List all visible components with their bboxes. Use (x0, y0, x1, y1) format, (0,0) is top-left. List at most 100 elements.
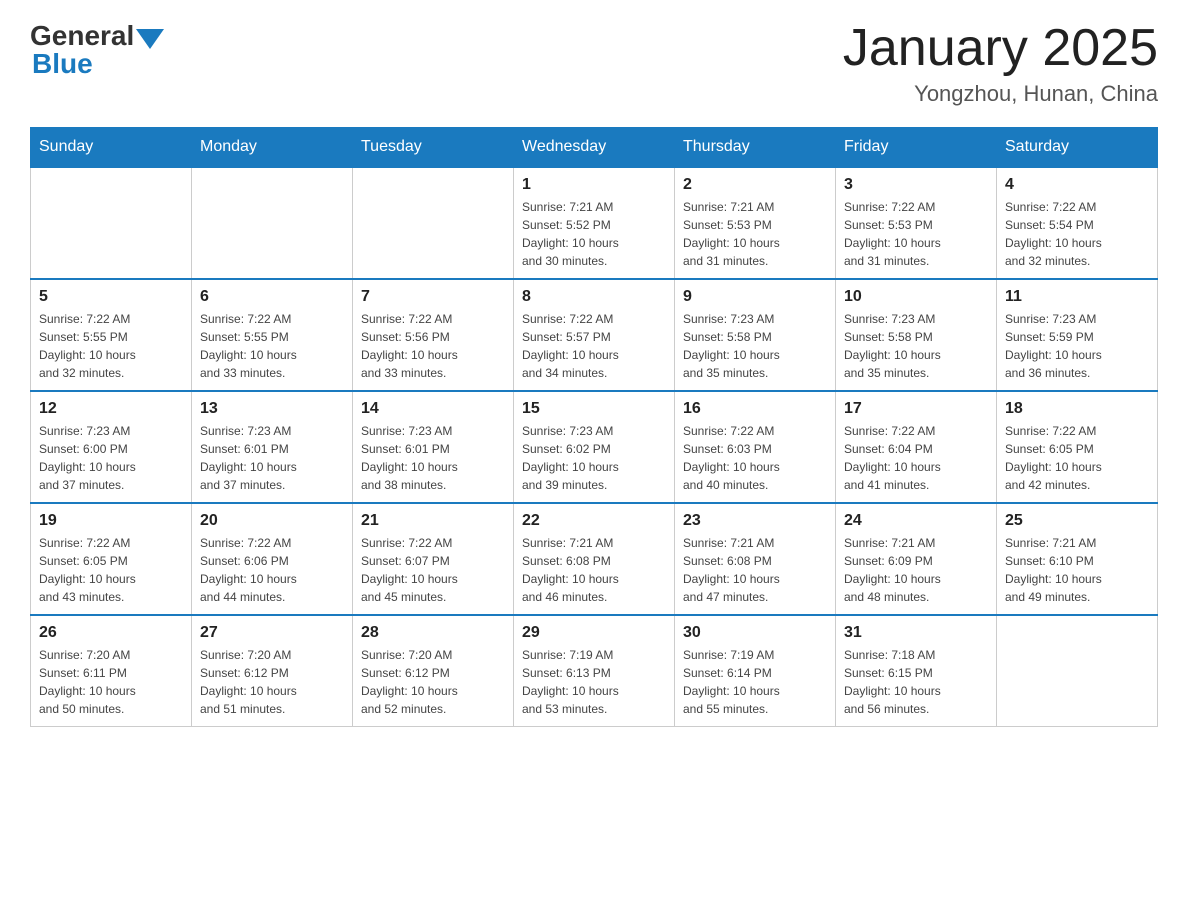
day-cell: 10 Sunrise: 7:23 AM Sunset: 5:58 PM Dayli… (836, 279, 997, 391)
day-number: 19 (39, 512, 183, 530)
day-cell: 8Sunrise: 7:22 AM Sunset: 5:57 PM Daylig… (514, 279, 675, 391)
day-number: 9 (683, 288, 827, 306)
day-number: 23 (683, 512, 827, 530)
day-cell: 22 Sunrise: 7:21 AM Sunset: 6:08 PM Dayli… (514, 503, 675, 615)
column-header-thursday: Thursday (675, 128, 836, 168)
day-number: 4 (1005, 176, 1149, 194)
day-info-text: Sunrise: 7:21 AM Sunset: 5:53 PM Dayligh… (683, 198, 827, 270)
day-cell: 13Sunrise: 7:23 AM Sunset: 6:01 PM Dayli… (192, 391, 353, 503)
day-cell: 7 Sunrise: 7:22 AM Sunset: 5:56 PM Daylig… (353, 279, 514, 391)
location-subtitle: Yongzhou, Hunan, China (843, 81, 1158, 107)
day-number: 24 (844, 512, 988, 530)
day-number: 18 (1005, 400, 1149, 418)
day-cell: 12Sunrise: 7:23 AM Sunset: 6:00 PM Dayli… (31, 391, 192, 503)
day-number: 17 (844, 400, 988, 418)
day-number: 26 (39, 624, 183, 642)
day-number: 2 (683, 176, 827, 194)
day-info-text: Sunrise: 7:22 AM Sunset: 6:05 PM Dayligh… (39, 534, 183, 606)
day-info-text: Sunrise: 7:22 AM Sunset: 6:03 PM Dayligh… (683, 422, 827, 494)
day-number: 28 (361, 624, 505, 642)
day-cell: 9 Sunrise: 7:23 AM Sunset: 5:58 PM Daylig… (675, 279, 836, 391)
logo-triangle-icon (136, 29, 164, 49)
day-number: 20 (200, 512, 344, 530)
day-number: 1 (522, 176, 666, 194)
day-number: 10 (844, 288, 988, 306)
day-info-text: Sunrise: 7:23 AM Sunset: 5:58 PM Dayligh… (683, 310, 827, 382)
day-cell: 19 Sunrise: 7:22 AM Sunset: 6:05 PM Dayli… (31, 503, 192, 615)
day-number: 29 (522, 624, 666, 642)
day-number: 21 (361, 512, 505, 530)
logo: General Blue (30, 20, 164, 80)
day-number: 3 (844, 176, 988, 194)
calendar-header-row: SundayMondayTuesdayWednesdayThursdayFrid… (31, 128, 1158, 168)
day-number: 16 (683, 400, 827, 418)
day-cell: 25Sunrise: 7:21 AM Sunset: 6:10 PM Dayli… (997, 503, 1158, 615)
day-info-text: Sunrise: 7:20 AM Sunset: 6:12 PM Dayligh… (361, 646, 505, 718)
day-info-text: Sunrise: 7:21 AM Sunset: 6:09 PM Dayligh… (844, 534, 988, 606)
day-cell: 6Sunrise: 7:22 AM Sunset: 5:55 PM Daylig… (192, 279, 353, 391)
day-info-text: Sunrise: 7:21 AM Sunset: 5:52 PM Dayligh… (522, 198, 666, 270)
day-cell: 27 Sunrise: 7:20 AM Sunset: 6:12 PM Dayli… (192, 615, 353, 727)
day-cell (31, 167, 192, 279)
column-header-saturday: Saturday (997, 128, 1158, 168)
week-row-5: 26 Sunrise: 7:20 AM Sunset: 6:11 PM Dayli… (31, 615, 1158, 727)
day-cell: 3 Sunrise: 7:22 AM Sunset: 5:53 PM Daylig… (836, 167, 997, 279)
day-cell: 1 Sunrise: 7:21 AM Sunset: 5:52 PM Daylig… (514, 167, 675, 279)
day-info-text: Sunrise: 7:22 AM Sunset: 5:56 PM Dayligh… (361, 310, 505, 382)
day-info-text: Sunrise: 7:18 AM Sunset: 6:15 PM Dayligh… (844, 646, 988, 718)
day-number: 13 (200, 400, 344, 418)
day-number: 31 (844, 624, 988, 642)
day-cell: 21 Sunrise: 7:22 AM Sunset: 6:07 PM Dayli… (353, 503, 514, 615)
day-info-text: Sunrise: 7:23 AM Sunset: 6:00 PM Dayligh… (39, 422, 183, 494)
day-info-text: Sunrise: 7:21 AM Sunset: 6:08 PM Dayligh… (522, 534, 666, 606)
day-info-text: Sunrise: 7:22 AM Sunset: 6:07 PM Dayligh… (361, 534, 505, 606)
day-info-text: Sunrise: 7:22 AM Sunset: 5:53 PM Dayligh… (844, 198, 988, 270)
day-cell: 14 Sunrise: 7:23 AM Sunset: 6:01 PM Dayli… (353, 391, 514, 503)
day-info-text: Sunrise: 7:20 AM Sunset: 6:11 PM Dayligh… (39, 646, 183, 718)
day-number: 7 (361, 288, 505, 306)
day-info-text: Sunrise: 7:22 AM Sunset: 6:06 PM Dayligh… (200, 534, 344, 606)
week-row-2: 5 Sunrise: 7:22 AM Sunset: 5:55 PM Daylig… (31, 279, 1158, 391)
day-cell: 28 Sunrise: 7:20 AM Sunset: 6:12 PM Dayli… (353, 615, 514, 727)
day-number: 22 (522, 512, 666, 530)
logo-blue-text: Blue (32, 48, 93, 80)
day-number: 6 (200, 288, 344, 306)
day-cell: 4 Sunrise: 7:22 AM Sunset: 5:54 PM Daylig… (997, 167, 1158, 279)
day-info-text: Sunrise: 7:22 AM Sunset: 5:55 PM Dayligh… (39, 310, 183, 382)
day-cell: 2 Sunrise: 7:21 AM Sunset: 5:53 PM Daylig… (675, 167, 836, 279)
day-cell (192, 167, 353, 279)
title-block: January 2025 Yongzhou, Hunan, China (843, 20, 1158, 107)
column-header-monday: Monday (192, 128, 353, 168)
day-info-text: Sunrise: 7:23 AM Sunset: 6:01 PM Dayligh… (361, 422, 505, 494)
day-info-text: Sunrise: 7:23 AM Sunset: 6:02 PM Dayligh… (522, 422, 666, 494)
day-number: 5 (39, 288, 183, 306)
day-info-text: Sunrise: 7:23 AM Sunset: 5:58 PM Dayligh… (844, 310, 988, 382)
month-year-title: January 2025 (843, 20, 1158, 77)
day-cell: 26 Sunrise: 7:20 AM Sunset: 6:11 PM Dayli… (31, 615, 192, 727)
day-cell (997, 615, 1158, 727)
column-header-sunday: Sunday (31, 128, 192, 168)
day-info-text: Sunrise: 7:20 AM Sunset: 6:12 PM Dayligh… (200, 646, 344, 718)
day-cell: 29 Sunrise: 7:19 AM Sunset: 6:13 PM Dayli… (514, 615, 675, 727)
day-info-text: Sunrise: 7:22 AM Sunset: 6:05 PM Dayligh… (1005, 422, 1149, 494)
day-cell (353, 167, 514, 279)
day-cell: 11Sunrise: 7:23 AM Sunset: 5:59 PM Dayli… (997, 279, 1158, 391)
day-cell: 24 Sunrise: 7:21 AM Sunset: 6:09 PM Dayli… (836, 503, 997, 615)
day-cell: 23Sunrise: 7:21 AM Sunset: 6:08 PM Dayli… (675, 503, 836, 615)
day-number: 8 (522, 288, 666, 306)
column-header-wednesday: Wednesday (514, 128, 675, 168)
day-number: 15 (522, 400, 666, 418)
day-info-text: Sunrise: 7:19 AM Sunset: 6:13 PM Dayligh… (522, 646, 666, 718)
day-number: 27 (200, 624, 344, 642)
column-header-friday: Friday (836, 128, 997, 168)
day-info-text: Sunrise: 7:19 AM Sunset: 6:14 PM Dayligh… (683, 646, 827, 718)
day-info-text: Sunrise: 7:21 AM Sunset: 6:10 PM Dayligh… (1005, 534, 1149, 606)
day-cell: 15 Sunrise: 7:23 AM Sunset: 6:02 PM Dayli… (514, 391, 675, 503)
day-number: 11 (1005, 288, 1149, 306)
day-info-text: Sunrise: 7:22 AM Sunset: 5:54 PM Dayligh… (1005, 198, 1149, 270)
day-info-text: Sunrise: 7:22 AM Sunset: 6:04 PM Dayligh… (844, 422, 988, 494)
day-cell: 17 Sunrise: 7:22 AM Sunset: 6:04 PM Dayli… (836, 391, 997, 503)
day-number: 14 (361, 400, 505, 418)
day-number: 30 (683, 624, 827, 642)
week-row-1: 1 Sunrise: 7:21 AM Sunset: 5:52 PM Daylig… (31, 167, 1158, 279)
